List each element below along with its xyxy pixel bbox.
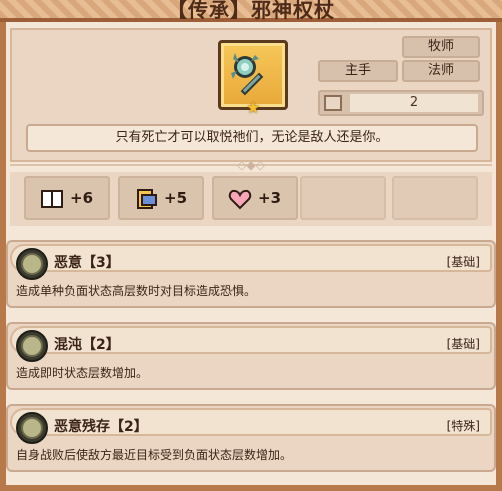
- socket-count-value: 2: [350, 94, 478, 112]
- title-banner: 【传承】邪神权杖: [0, 0, 502, 22]
- stat-scroll-value: +5: [164, 189, 188, 207]
- class-tag-priest: 牧师: [402, 36, 480, 58]
- skill-description: 造成单种负面状态高层数时对目标造成恐惧。: [16, 284, 257, 298]
- item-header-panel: ★ 牧师 主手 法师 2 只有死亡才可以取悦祂们，无论是敌人还是你。: [10, 28, 492, 162]
- stat-book[interactable]: +6: [24, 176, 110, 220]
- item-flavor-text: 只有死亡才可以取悦祂们，无论是敌人还是你。: [26, 124, 478, 152]
- rarity-star-icon: ★: [246, 98, 261, 117]
- skill-header: 恶意【3】 [基础]: [10, 244, 492, 280]
- skill-name: 混沌【2】: [54, 337, 120, 353]
- stat-heart-value: +3: [258, 189, 282, 207]
- stat-empty-slot: [392, 176, 478, 220]
- skill-type: [基础]: [446, 255, 480, 269]
- skill-card[interactable]: 混沌【2】 [基础] 造成即时状态层数增加。: [6, 322, 496, 390]
- socket-icon: [324, 95, 342, 111]
- skill-badge-icon: [16, 412, 48, 444]
- skill-header: 混沌【2】 [基础]: [10, 326, 492, 362]
- stat-book-value: +6: [70, 189, 94, 207]
- stats-row: +6 +5 +3: [10, 172, 492, 226]
- heart-icon: [228, 189, 252, 210]
- skill-card[interactable]: 恶意残存【2】 [特殊] 自身战败后使敌方最近目标受到负面状态层数增加。: [6, 404, 496, 472]
- item-title: 【传承】邪神权杖: [167, 0, 335, 22]
- class-tag-mage: 法师: [402, 60, 480, 82]
- stat-empty-slot: [300, 176, 386, 220]
- stat-heart[interactable]: +3: [212, 176, 298, 220]
- skill-header: 恶意残存【2】 [特殊]: [10, 408, 492, 444]
- scepter-icon: [231, 53, 264, 96]
- skill-card[interactable]: 恶意【3】 [基础] 造成单种负面状态高层数时对目标造成恐惧。: [6, 240, 496, 308]
- socket-count: 2: [318, 90, 484, 116]
- skill-badge-icon: [16, 330, 48, 362]
- skill-name: 恶意【3】: [54, 255, 120, 271]
- skill-description: 造成即时状态层数增加。: [16, 366, 149, 380]
- scroll-icon: [137, 189, 157, 209]
- skill-type: [特殊]: [446, 419, 480, 433]
- skill-type: [基础]: [446, 337, 480, 351]
- skill-badge-icon: [16, 248, 48, 280]
- stat-scroll[interactable]: +5: [118, 176, 204, 220]
- skill-description: 自身战败后使敌方最近目标受到负面状态层数增加。: [16, 448, 293, 462]
- skill-name: 恶意残存【2】: [54, 419, 148, 435]
- slot-tag-main-hand: 主手: [318, 60, 398, 82]
- book-icon: [41, 190, 63, 208]
- divider-ornament: ◇◆◇: [237, 158, 265, 172]
